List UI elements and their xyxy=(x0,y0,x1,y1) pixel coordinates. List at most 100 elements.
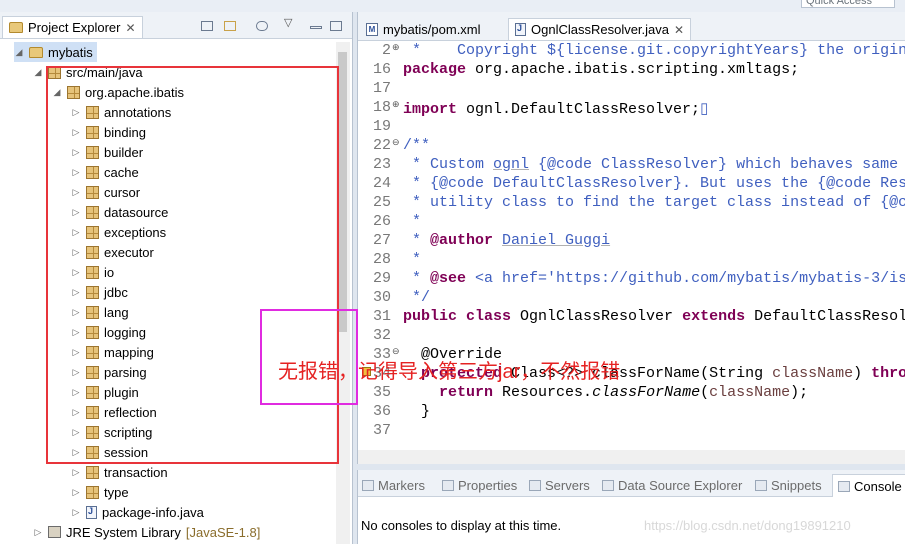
code-text: * Copyright ${license.git.copyrightYears… xyxy=(403,42,905,59)
code-token: /** xyxy=(403,137,431,154)
code-text: * @see <a href='https://github.com/mybat… xyxy=(403,270,905,287)
expand-down-icon[interactable]: ◢ xyxy=(33,67,43,78)
fold-expand-icon[interactable]: ⊕ xyxy=(392,100,400,110)
line-number: 26 xyxy=(372,213,391,230)
editor-tabs: M mybatis/pom.xml OgnlClassResolver.java… xyxy=(358,12,905,41)
scrollbar-thumb[interactable] xyxy=(338,52,347,332)
tree-item-label: transaction xyxy=(104,464,168,480)
line-number: 32 xyxy=(372,327,391,344)
collapse-all-icon[interactable] xyxy=(201,21,213,31)
code-token: classForName xyxy=(592,384,701,401)
code-token: return xyxy=(439,384,494,401)
fold-collapse-icon[interactable]: ⊖ xyxy=(392,138,400,148)
code-line: 28 * xyxy=(358,251,905,270)
code-token: package xyxy=(403,61,467,78)
code-text: * utility class to find the target class… xyxy=(403,194,905,211)
code-line: 30 */ xyxy=(358,289,905,308)
data-source-explorer-icon xyxy=(602,479,614,491)
tab-servers[interactable]: Servers xyxy=(529,474,590,496)
line-number: 30 xyxy=(372,289,391,306)
code-line: 16 package org.apache.ibatis.scripting.xm… xyxy=(358,61,905,80)
line-number: 27 xyxy=(372,232,391,249)
code-token: * xyxy=(403,251,422,268)
code-line: 26 * xyxy=(358,213,905,232)
fold-expand-icon[interactable]: ⊕ xyxy=(392,43,400,53)
tab-ognl-class-resolver[interactable]: OgnlClassResolver.java ✕ xyxy=(508,18,692,40)
code-token: @author xyxy=(430,232,494,249)
properties-icon xyxy=(442,479,454,491)
code-token: * {@code DefaultClassResolver}. But uses… xyxy=(412,175,905,192)
code-text: * Custom ognl {@code ClassResolver} whic… xyxy=(403,156,905,173)
code-token: <a href='https://github.com/mybatis/myba… xyxy=(475,270,905,287)
code-editor[interactable]: 2 ⊕ * Copyright ${license.git.copyrightYe… xyxy=(358,42,905,460)
expand-right-icon[interactable]: ▷ xyxy=(71,507,81,518)
maximize-icon[interactable] xyxy=(330,21,342,31)
line-number: 2 xyxy=(381,42,391,59)
tree-item-label: type xyxy=(104,484,129,500)
code-token: * Copyright ${license.git.copyrightYears… xyxy=(403,42,905,59)
expand-right-icon[interactable]: ▷ xyxy=(71,467,81,478)
code-token: throws xyxy=(871,365,905,382)
tab-snippets[interactable]: Snippets xyxy=(755,474,822,496)
code-token: className xyxy=(709,384,791,401)
code-text: * xyxy=(403,251,421,268)
tab-data-source-explorer[interactable]: Data Source Explorer xyxy=(602,474,742,496)
code-token: ▯ xyxy=(700,101,709,118)
tree-item[interactable]: ▷ JRE System Library [JavaSE-1.8] xyxy=(33,522,261,542)
tree-item-label: JRE System Library xyxy=(66,524,181,540)
minimize-icon[interactable] xyxy=(310,26,322,29)
code-token: extends xyxy=(682,308,746,325)
line-number: 17 xyxy=(372,80,391,97)
code-text: package org.apache.ibatis.scripting.xmlt… xyxy=(403,61,799,78)
code-line: 35 return Resources.classForName(classNa… xyxy=(358,384,905,403)
tab-project-explorer[interactable]: Project Explorer ✕ xyxy=(2,16,143,38)
code-token: org.apache.ibatis.scripting.xmltags; xyxy=(466,61,800,78)
console-tabs: Markers Properties Servers Data Source Expl… xyxy=(358,470,905,497)
close-icon[interactable]: ✕ xyxy=(674,23,684,37)
tree-item[interactable]: ◢ mybatis xyxy=(14,42,97,62)
tree-item[interactable]: ▷ type xyxy=(71,482,129,502)
expand-right-icon[interactable]: ▷ xyxy=(33,527,43,538)
code-text: } xyxy=(403,403,430,420)
tab-pom-xml[interactable]: M mybatis/pom.xml xyxy=(360,18,487,40)
expand-right-icon[interactable]: ▷ xyxy=(71,487,81,498)
filter-icon[interactable] xyxy=(256,21,268,31)
code-line: 25 * utility class to find the target cl… xyxy=(358,194,905,213)
line-number: 22 xyxy=(372,137,391,154)
console-message: No consoles to display at this time. xyxy=(361,518,562,533)
tab-ognl-class-resolver-label: OgnlClassResolver.java xyxy=(531,22,670,37)
line-number: 36 xyxy=(372,403,391,420)
code-token: } xyxy=(403,403,431,420)
tab-properties[interactable]: Properties xyxy=(442,474,517,496)
tab-label: Servers xyxy=(545,477,590,493)
code-token: public class xyxy=(403,308,512,325)
tab-label: Data Source Explorer xyxy=(618,477,743,493)
close-icon[interactable]: ✕ xyxy=(125,21,135,35)
code-token: ( xyxy=(700,384,710,401)
package-icon xyxy=(86,465,99,479)
tab-console[interactable]: Console✕ xyxy=(832,474,905,497)
line-number: 16 xyxy=(372,61,391,78)
code-text: public class OgnlClassResolver extends D… xyxy=(403,308,905,325)
tree-item-label: package-info.java xyxy=(102,504,204,520)
quick-access-field[interactable]: Quick Access xyxy=(801,0,895,8)
code-token: * xyxy=(403,213,422,230)
tab-markers[interactable]: Markers xyxy=(362,474,425,496)
link-with-editor-icon[interactable] xyxy=(224,21,236,31)
code-line: 18 ⊕ import ognl.DefaultClassResolver;▯ xyxy=(358,99,905,118)
code-token: Resources. xyxy=(493,384,593,401)
line-number: 19 xyxy=(372,118,391,135)
code-text: import ognl.DefaultClassResolver;▯ xyxy=(403,99,708,118)
expand-down-icon[interactable]: ◢ xyxy=(14,47,24,58)
view-menu-chevron-down-icon[interactable]: ▽ xyxy=(284,16,292,29)
code-token: className xyxy=(772,365,854,382)
line-number: 31 xyxy=(372,308,391,325)
tree-item[interactable]: ▷ transaction xyxy=(71,462,168,482)
editor-horizontal-scrollbar[interactable] xyxy=(358,450,905,464)
line-number: 35 xyxy=(372,384,391,401)
code-text: * @author Daniel Guggi xyxy=(403,232,610,249)
code-line: 27 * @author Daniel Guggi xyxy=(358,232,905,251)
tree-item[interactable]: ▷ package-info.java xyxy=(71,502,204,522)
markers-icon xyxy=(362,479,374,491)
